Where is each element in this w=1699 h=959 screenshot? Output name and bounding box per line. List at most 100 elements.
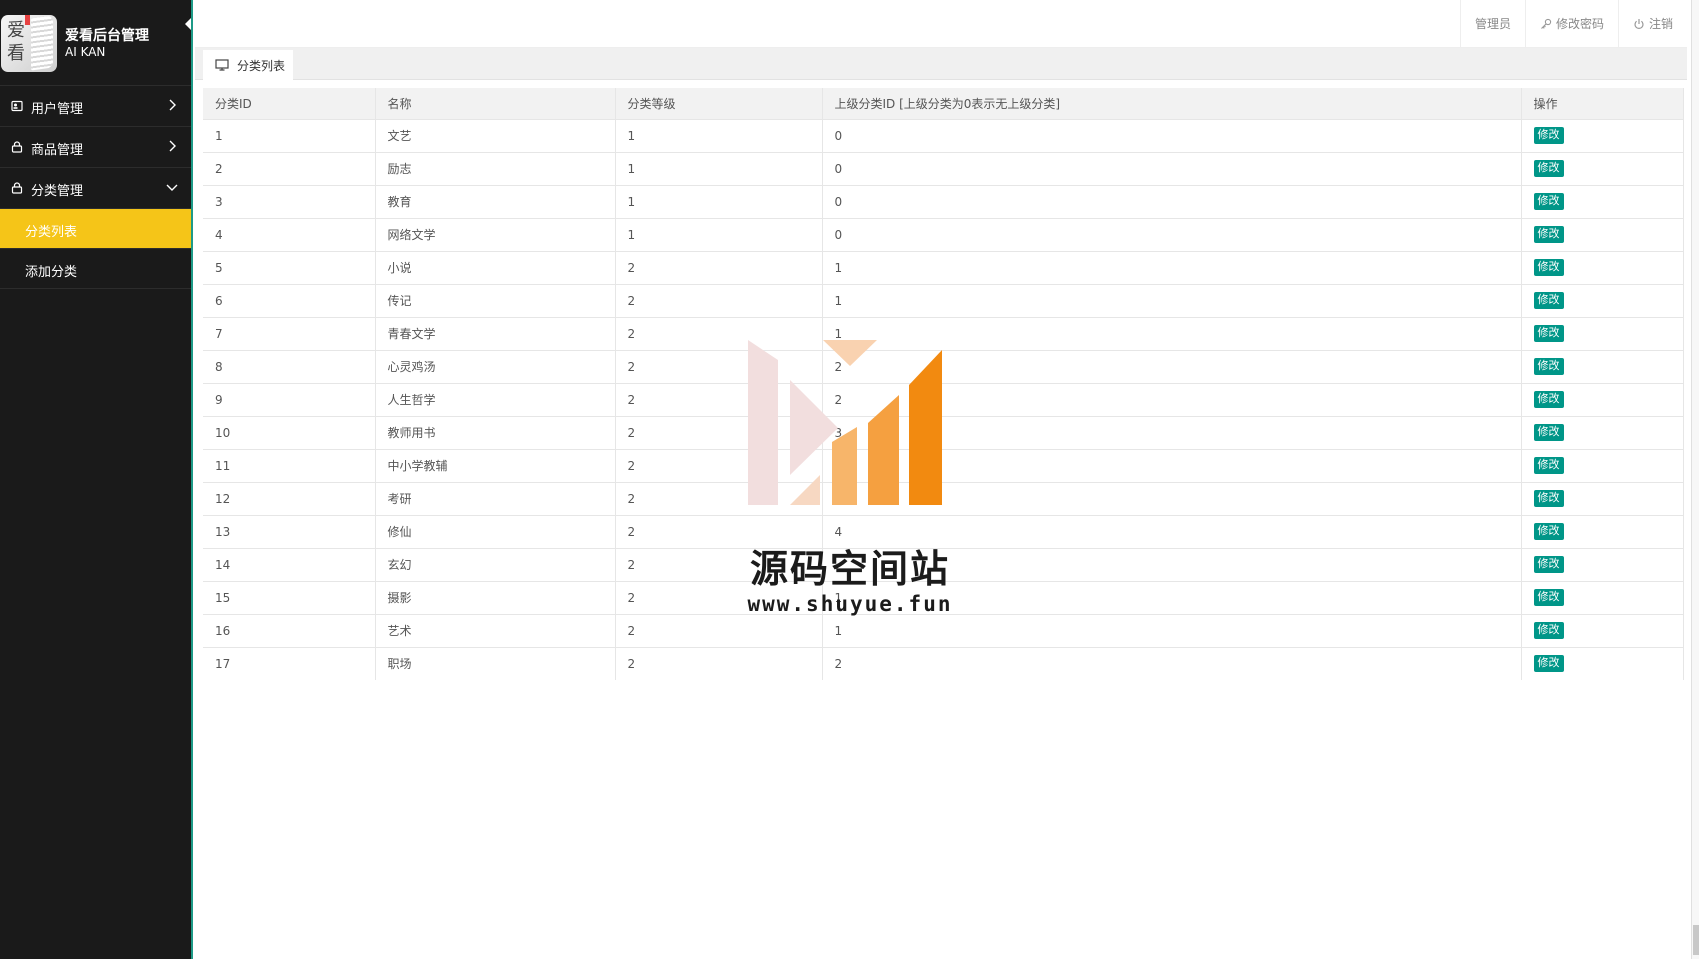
edit-button[interactable]: 修改 — [1533, 160, 1564, 177]
sidebar: 爱 看 爱看后台管理 AI KAN 用户管理 商品管理 分类管理 分类列表 添加… — [0, 0, 193, 959]
edit-button[interactable]: 修改 — [1533, 655, 1564, 673]
table-row: 5 小说 2 1 修改 — [203, 251, 1684, 285]
cell-name: 文艺 — [375, 119, 616, 153]
cell-level: 2 — [615, 251, 823, 285]
cell-parent-id: 3 — [822, 416, 1522, 450]
cell-name: 艺术 — [375, 614, 616, 648]
cell-level: 2 — [615, 449, 823, 483]
change-password-label: 修改密码 — [1555, 17, 1604, 31]
table-row: 16 艺术 2 1 修改 — [203, 614, 1684, 648]
table-header-row: 分类ID 名称 分类等级 上级分类ID [上级分类为0表示无上级分类] 操作 — [203, 88, 1684, 120]
edit-button[interactable]: 修改 — [1533, 325, 1564, 342]
column-header-level[interactable]: 分类等级 — [615, 88, 823, 120]
cell-name: 摄影 — [375, 581, 616, 615]
top-header: 管理员 修改密码 注销 — [195, 0, 1687, 48]
cell-level: 2 — [615, 614, 823, 648]
chevron-down-icon — [166, 184, 178, 191]
column-header-name[interactable]: 名称 — [375, 88, 616, 120]
cell-actions: 修改 — [1521, 383, 1684, 417]
cell-level: 1 — [615, 119, 823, 153]
cell-level: 2 — [615, 548, 823, 582]
edit-button[interactable]: 修改 — [1533, 226, 1564, 243]
logout-button[interactable]: 注销 — [1617, 0, 1687, 47]
cell-id: 3 — [203, 185, 376, 219]
cell-name: 职场 — [375, 647, 616, 680]
edit-button[interactable]: 修改 — [1533, 556, 1564, 573]
cell-level: 1 — [615, 152, 823, 186]
cell-parent-id: 2 — [822, 350, 1522, 384]
cell-id: 16 — [203, 614, 376, 648]
edit-button[interactable]: 修改 — [1533, 127, 1564, 144]
edit-button[interactable]: 修改 — [1533, 259, 1564, 276]
cell-parent-id: 1 — [822, 284, 1522, 318]
cell-actions: 修改 — [1521, 614, 1684, 648]
edit-button[interactable]: 修改 — [1533, 490, 1564, 507]
cell-actions: 修改 — [1521, 647, 1684, 680]
brand: 爱 看 爱看后台管理 AI KAN — [0, 0, 191, 86]
table-row: 9 人生哲学 2 2 修改 — [203, 383, 1684, 417]
cell-name: 青春文学 — [375, 317, 616, 351]
sidebar-subitem-add-category[interactable]: 添加分类 — [0, 249, 191, 289]
cell-id: 9 — [203, 383, 376, 417]
table-row: 1 文艺 1 0 修改 — [203, 119, 1684, 153]
admin-menu-button[interactable]: 管理员 — [1459, 0, 1525, 47]
cell-id: 10 — [203, 416, 376, 450]
cell-actions: 修改 — [1521, 548, 1684, 582]
cell-actions: 修改 — [1521, 416, 1684, 450]
table-row: 7 青春文学 2 1 修改 — [203, 317, 1684, 351]
cell-actions: 修改 — [1521, 152, 1684, 186]
cell-actions: 修改 — [1521, 251, 1684, 285]
cell-parent-id — [822, 449, 1522, 483]
edit-button[interactable]: 修改 — [1533, 523, 1564, 540]
sidebar-item-product-management[interactable]: 商品管理 — [0, 127, 191, 168]
edit-button[interactable]: 修改 — [1533, 457, 1564, 474]
cell-level: 1 — [615, 185, 823, 219]
cell-id: 11 — [203, 449, 376, 483]
edit-button[interactable]: 修改 — [1533, 589, 1564, 606]
cell-id: 4 — [203, 218, 376, 252]
cell-level: 2 — [615, 647, 823, 680]
table-row: 17 职场 2 2 修改 — [203, 647, 1684, 680]
column-header-parent-id[interactable]: 上级分类ID [上级分类为0表示无上级分类] — [822, 88, 1522, 120]
cell-level: 2 — [615, 350, 823, 384]
cell-name: 心灵鸡汤 — [375, 350, 616, 384]
brand-title: 爱看后台管理 — [65, 28, 149, 44]
edit-button[interactable]: 修改 — [1533, 358, 1564, 375]
edit-button[interactable]: 修改 — [1533, 424, 1564, 441]
tab-category-list[interactable]: 分类列表 — [203, 50, 293, 80]
cell-id: 7 — [203, 317, 376, 351]
sidebar-item-user-management[interactable]: 用户管理 — [0, 86, 191, 127]
change-password-button[interactable]: 修改密码 — [1524, 0, 1618, 47]
cell-name: 励志 — [375, 152, 616, 186]
key-icon — [1541, 18, 1552, 29]
cell-parent-id: 4 — [822, 515, 1522, 549]
cell-level: 2 — [615, 416, 823, 450]
edit-button[interactable]: 修改 — [1533, 292, 1564, 309]
cell-id: 8 — [203, 350, 376, 384]
chevron-right-icon — [169, 140, 176, 152]
header-actions: 管理员 修改密码 注销 — [1459, 0, 1687, 47]
sidebar-notch — [185, 18, 191, 30]
scrollbar-thumb[interactable] — [1693, 925, 1699, 955]
table-row: 8 心灵鸡汤 2 2 修改 — [203, 350, 1684, 384]
sidebar-item-category-management[interactable]: 分类管理 — [0, 168, 191, 209]
cell-name: 中小学教辅 — [375, 449, 616, 483]
admin-label: 管理员 — [1474, 17, 1511, 31]
edit-button[interactable]: 修改 — [1533, 391, 1564, 408]
edit-button[interactable]: 修改 — [1533, 622, 1564, 639]
sidebar-subitem-category-list[interactable]: 分类列表 — [0, 209, 191, 249]
table-row: 14 玄幻 2 修改 — [203, 548, 1684, 582]
cell-level: 2 — [615, 317, 823, 351]
cell-level: 2 — [615, 383, 823, 417]
cell-actions: 修改 — [1521, 218, 1684, 252]
cell-name: 教师用书 — [375, 416, 616, 450]
edit-button[interactable]: 修改 — [1533, 193, 1564, 210]
cell-actions: 修改 — [1521, 449, 1684, 483]
table-row: 13 修仙 2 4 修改 — [203, 515, 1684, 549]
chevron-right-icon — [169, 99, 176, 111]
cell-parent-id: 1 — [822, 614, 1522, 648]
cell-actions: 修改 — [1521, 482, 1684, 516]
column-header-id[interactable]: 分类ID — [203, 88, 376, 120]
table-body: 1 文艺 1 0 修改 2 励志 1 0 修改 3 教育 1 0 修改 4 网络文学 1 0 修改 5 小说 2 1 修改 6 传记… — [203, 119, 1684, 680]
page-scrollbar[interactable] — [1691, 0, 1699, 959]
